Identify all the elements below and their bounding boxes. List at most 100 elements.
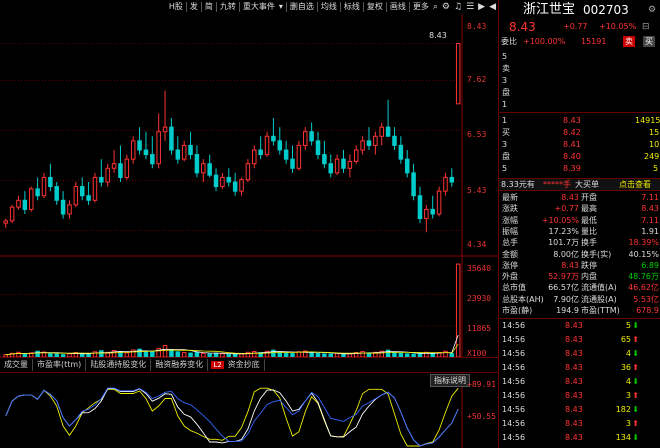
candle-body [16, 199, 21, 208]
candle-body [130, 140, 136, 160]
candle-body [347, 160, 353, 169]
tick-price: 8.43 [565, 349, 583, 358]
toolbar-more[interactable]: 更多 [411, 0, 431, 14]
stock-menu-icon[interactable]: ⊟ [642, 20, 650, 34]
candle-body [169, 126, 174, 151]
volume-bar [455, 263, 461, 358]
big-order-banner[interactable]: 8.33元有 *****手 大买单 点击查看 [499, 178, 660, 191]
tab-pe-ttm[interactable]: 市盈率(ttm) [33, 359, 87, 371]
candle-body [417, 195, 423, 220]
toolbar-fa[interactable]: 发 [188, 0, 200, 14]
candle-body [411, 172, 416, 197]
tick-price: 8.43 [565, 419, 583, 428]
forward-icon[interactable]: ▶ [476, 0, 487, 14]
buy-level: 1 8.43 14915 [502, 116, 660, 125]
stat-label: 开盘 [581, 193, 597, 202]
view-link[interactable]: 点击查看 [619, 179, 651, 190]
stat-label: 换手(实) [581, 249, 612, 259]
candle-body [226, 176, 232, 183]
sell-button[interactable]: 卖 [623, 36, 635, 47]
toolbar-jian[interactable]: 简 [203, 0, 215, 14]
divider [238, 2, 240, 12]
candle-body [175, 149, 181, 160]
volume-bar [137, 348, 142, 358]
candle-body [137, 140, 142, 151]
candle-body [309, 131, 314, 142]
stat-row: 金额 8.00亿 换手(实) 40.15% [499, 249, 660, 260]
kline-chart[interactable] [0, 14, 498, 448]
tab-northbound[interactable]: 陆股通持股变化 [86, 359, 152, 371]
candle-body [379, 126, 384, 137]
arrow-down-icon: ⬇ [632, 321, 639, 330]
candle-body [220, 176, 225, 188]
buy-button[interactable]: 买 [643, 36, 655, 47]
stat-value: 5.53亿 [633, 294, 659, 304]
toolbar-adjust[interactable]: 复权 [365, 0, 385, 14]
candle-body [366, 140, 372, 146]
tick-price: 8.43 [565, 433, 583, 442]
stat-row: 涨跌 +0.77 最高 8.43 [499, 203, 660, 214]
tick-volume: 36 [620, 363, 631, 372]
stat-row: 涨幅 +10.05% 最低 7.11 [499, 215, 660, 226]
price-change: +0.77 [563, 22, 588, 31]
arrow-up-icon: ⬆ [632, 363, 639, 372]
stat-value: 46.62亿 [628, 283, 659, 293]
gear-icon[interactable]: ⚙ [440, 0, 452, 14]
stat-value: 194.9 [556, 306, 579, 315]
candle-body [296, 144, 302, 169]
candle-body [143, 149, 149, 156]
candle-body [322, 154, 327, 165]
tick-price: 8.43 [565, 391, 583, 400]
stat-label: 市盈(TTM) [581, 306, 620, 315]
tick-time: 14:56 [502, 335, 526, 344]
bell-icon[interactable]: ♫ [452, 0, 464, 14]
tab-volume[interactable]: 成交量 [0, 359, 33, 371]
prev-icon[interactable]: ◀ [487, 0, 498, 14]
tick-volume: 182 [615, 405, 631, 414]
stat-label: 金额 [502, 249, 518, 259]
candle-body [315, 140, 321, 156]
candle-body [201, 163, 206, 174]
candle-body [373, 135, 378, 146]
toolbar-remove-favorite[interactable]: 删自选 [288, 0, 316, 14]
toolbar-jiuzhuan[interactable]: 九转 [218, 0, 238, 14]
settings-icon[interactable]: ☰ [464, 0, 476, 14]
volume-tick: 11865 [467, 324, 492, 333]
chevron-down-icon[interactable]: ▾ [277, 0, 285, 14]
candle-body [156, 131, 161, 165]
candle-body [213, 174, 219, 188]
tab-bottom-fishing[interactable]: 资金抄底 [224, 359, 265, 371]
sell-level: 5 [502, 52, 508, 61]
search-icon[interactable]: ⌕ [431, 0, 440, 14]
l2-badge: L2 [211, 361, 224, 369]
toolbar-major-events[interactable]: 重大事件 [241, 0, 277, 14]
stat-row: 涨停 8.43 跌停 6.89 [499, 260, 660, 271]
sell-level: 盘 [502, 88, 510, 97]
indicator-help-button[interactable]: 指标说明 [430, 374, 470, 387]
tab-margin[interactable]: 融资融券变化 [151, 359, 209, 371]
toolbar-mark-lines[interactable]: 标线 [342, 0, 362, 14]
toolbar-hk-shares[interactable]: H股 [167, 0, 185, 14]
tick-volume: 134 [615, 433, 631, 442]
indicator-line [5, 388, 459, 447]
stat-label: 总股本(AH) [502, 294, 544, 304]
arrow-down-icon: ⬇ [632, 377, 639, 386]
divider [316, 2, 318, 12]
toolbar-ma-lines[interactable]: 均线 [319, 0, 339, 14]
candle-body [283, 149, 289, 160]
top-toolbar: H股 发 简 九转 重大事件 ▾ 删自选 均线 标线 复权 画线 更多 ⌕ ⚙ … [0, 0, 498, 14]
tick-price: 8.43 [565, 405, 583, 414]
candle-body [162, 126, 168, 133]
buy-level: 5 8.39 5 [502, 164, 659, 173]
volume-ma-line [5, 334, 459, 356]
stock-code: 002703 [583, 3, 629, 17]
candle-body [360, 140, 365, 151]
tick-time: 14:56 [502, 433, 526, 442]
gear-icon[interactable]: ⚙ [648, 2, 656, 18]
stat-label: 涨幅 [502, 215, 518, 225]
candle-body [232, 181, 238, 192]
stat-label: 涨停 [502, 260, 518, 270]
stat-row: 总股本(AH) 7.90亿 流通股(A) 5.53亿 [499, 294, 660, 305]
stat-value: 7.90亿 [553, 294, 579, 304]
toolbar-draw[interactable]: 画线 [388, 0, 408, 14]
